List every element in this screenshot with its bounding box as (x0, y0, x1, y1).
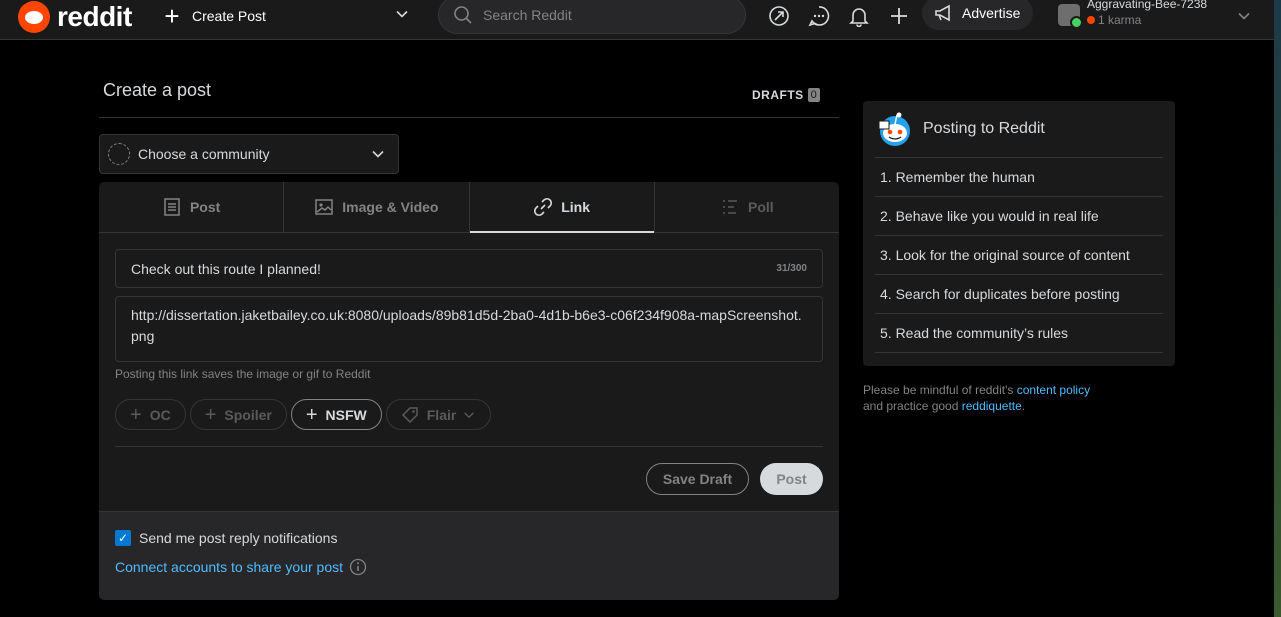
community-placeholder-icon (108, 143, 130, 165)
oc-label: OC (149, 406, 171, 423)
title-char-counter: 31/300 (776, 263, 807, 274)
reddit-logo[interactable]: reddit (18, 1, 132, 33)
spoiler-label: Spoiler (224, 406, 272, 423)
flair-button[interactable]: Flair (385, 399, 492, 430)
choose-community-dropdown[interactable]: Choose a community (99, 134, 399, 174)
post-tags: + OC + Spoiler + NSFW Flair (115, 399, 492, 430)
karma-count: 1 karma (1087, 12, 1207, 28)
tab-post-label: Post (189, 199, 221, 215)
connect-accounts-row: Connect accounts to share your post (115, 558, 367, 576)
image-icon (315, 199, 334, 215)
background-edge (1274, 0, 1281, 617)
posting-rules-card: Posting to Reddit 1. Remember the human … (863, 101, 1175, 366)
logo-text: reddit (57, 1, 132, 32)
reddiquette-link[interactable]: reddiquette (962, 399, 1022, 413)
rules-header: Posting to Reddit (875, 101, 1163, 158)
karma-icon (1087, 16, 1095, 24)
document-icon (164, 198, 180, 216)
rules-title: Posting to Reddit (923, 120, 1045, 137)
username: Aggravating-Bee-7238 (1087, 0, 1208, 11)
create-post-menu[interactable]: + Create Post (160, 1, 266, 31)
post-options-footer: ✓ Send me post reply notifications Conne… (99, 511, 839, 600)
title-value: Check out this route I planned! (131, 260, 321, 277)
tab-link-label: Link (561, 199, 591, 215)
rule-item: 3. Look for the original source of conte… (875, 236, 1163, 275)
snoo-mascot-icon (878, 112, 910, 146)
drafts-count-badge: 0 (807, 88, 820, 102)
save-draft-button[interactable]: Save Draft (646, 463, 749, 495)
chevron-down-icon (372, 150, 384, 158)
title-field[interactable]: Check out this route I planned! 31/300 (115, 249, 823, 288)
info-icon[interactable] (349, 558, 367, 576)
tab-image-video[interactable]: Image & Video (284, 182, 470, 232)
advertise-label: Advertise (962, 5, 1021, 21)
tab-link[interactable]: Link (469, 182, 655, 233)
search-input[interactable]: Search Reddit (483, 7, 572, 23)
chevron-down-icon (464, 411, 475, 418)
plus-icon: + (305, 403, 318, 426)
url-field[interactable]: http://dissertation.jaketbailey.co.uk:80… (115, 296, 823, 362)
post-type-tabs: Post Image & Video Link Poll (99, 182, 839, 233)
chevron-down-icon[interactable] (394, 6, 410, 22)
policy-note: Please be mindful of reddit's content po… (863, 382, 1090, 414)
chevron-down-icon[interactable] (1236, 8, 1252, 24)
divider (99, 117, 839, 118)
search-bar[interactable]: Search Reddit (438, 0, 746, 34)
popular-icon[interactable] (768, 5, 790, 27)
notifications-option[interactable]: ✓ Send me post reply notifications (115, 530, 337, 546)
create-post-card: Post Image & Video Link Poll Check out t… (99, 182, 839, 600)
advertise-button[interactable]: Advertise (922, 0, 1033, 30)
search-icon (454, 6, 472, 24)
divider (115, 446, 823, 447)
community-label: Choose a community (138, 146, 270, 162)
rule-item: 2. Behave like you would in real life (875, 197, 1163, 236)
drafts-button[interactable]: DRAFTS 0 (752, 88, 820, 102)
page-title: Create a post (103, 80, 212, 100)
avatar (1058, 4, 1083, 29)
oc-button[interactable]: + OC (115, 399, 186, 430)
policy-text: Please be mindful of reddit's (863, 383, 1017, 397)
content-policy-link[interactable]: content policy (1017, 383, 1090, 397)
nsfw-button[interactable]: + NSFW (290, 399, 382, 430)
bell-icon[interactable] (848, 5, 870, 27)
create-post-label: Create Post (192, 8, 266, 24)
policy-text: . (1021, 399, 1026, 413)
rule-item: 5. Read the community’s rules (875, 314, 1163, 353)
tab-post[interactable]: Post (99, 182, 285, 232)
rule-item: 1. Remember the human (875, 158, 1163, 197)
plus-icon[interactable] (888, 5, 910, 27)
link-icon (534, 197, 553, 217)
notifications-checkbox[interactable]: ✓ (115, 530, 131, 546)
nsfw-label: NSFW (325, 406, 367, 423)
tab-poll[interactable]: Poll (655, 182, 839, 232)
top-bar: reddit + Create Post Search Reddit Adver… (0, 0, 1274, 40)
policy-text: and practice good (863, 399, 962, 413)
tab-poll-label: Poll (748, 199, 774, 215)
flair-label: Flair (426, 406, 457, 423)
plus-icon: + (130, 403, 142, 426)
rule-item: 4. Search for duplicates before posting (875, 275, 1163, 314)
tag-icon (401, 406, 418, 423)
poll-icon (723, 200, 738, 214)
megaphone-icon (935, 4, 950, 22)
plus-icon: + (164, 1, 180, 31)
reddit-snoo-icon (18, 1, 50, 33)
karma-label: 1 karma (1098, 13, 1142, 27)
drafts-label: DRAFTS (752, 88, 804, 102)
chat-icon[interactable] (808, 5, 830, 27)
post-button[interactable]: Post (760, 463, 823, 495)
connect-accounts-link[interactable]: Connect accounts to share your post (115, 559, 343, 575)
link-hint: Posting this link saves the image or gif… (115, 367, 371, 381)
tab-image-video-label: Image & Video (342, 199, 439, 215)
plus-icon: + (204, 403, 217, 426)
user-menu[interactable]: Aggravating-Bee-7238 1 karma (1058, 0, 1208, 29)
notifications-label: Send me post reply notifications (139, 530, 338, 546)
spoiler-button[interactable]: + Spoiler (189, 399, 287, 430)
